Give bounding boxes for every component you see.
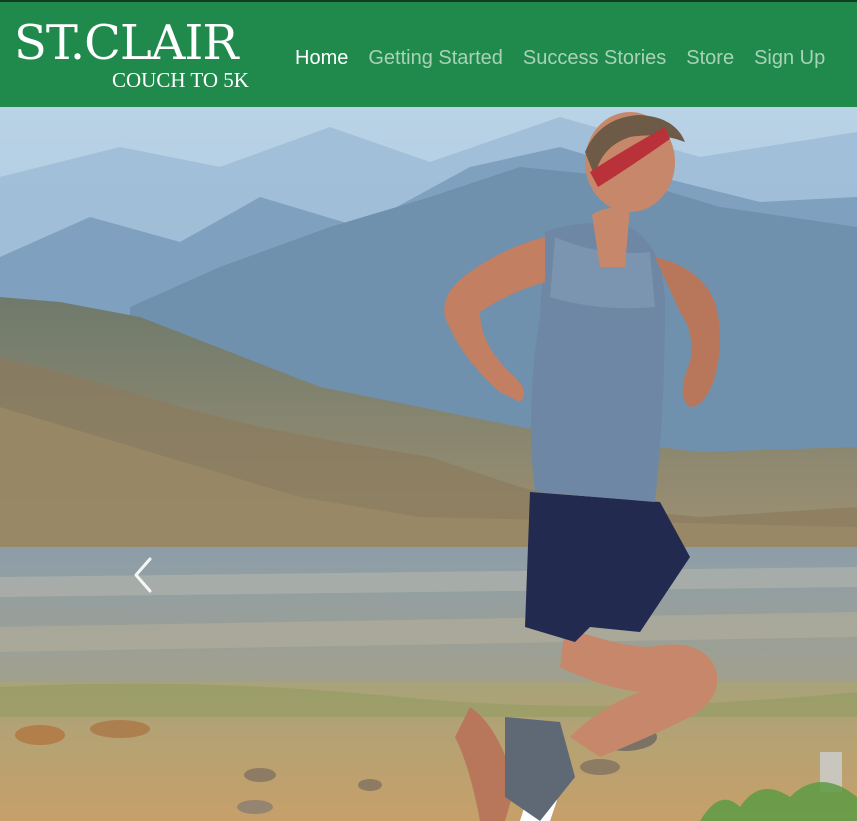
- logo-sub-text: COUCH TO 5K: [112, 68, 249, 92]
- nav-item-sign-up[interactable]: Sign Up: [744, 40, 835, 76]
- main-nav: Home Getting Started Success Stories Sto…: [285, 40, 835, 76]
- nav-item-success-stories[interactable]: Success Stories: [513, 40, 676, 76]
- hero-slide-image: [0, 107, 857, 821]
- site-header: St.Clair COUCH TO 5K Home Getting Starte…: [0, 0, 857, 107]
- nav-item-home[interactable]: Home: [285, 40, 358, 76]
- nav-item-store[interactable]: Store: [676, 40, 744, 76]
- site-logo[interactable]: St.Clair COUCH TO 5K: [14, 14, 266, 96]
- nav-item-getting-started[interactable]: Getting Started: [358, 40, 513, 76]
- carousel-prev-button[interactable]: [128, 555, 158, 595]
- hero-carousel: [0, 107, 857, 821]
- chevron-left-icon: [134, 557, 152, 593]
- logo-main-text: St.Clair: [14, 15, 238, 71]
